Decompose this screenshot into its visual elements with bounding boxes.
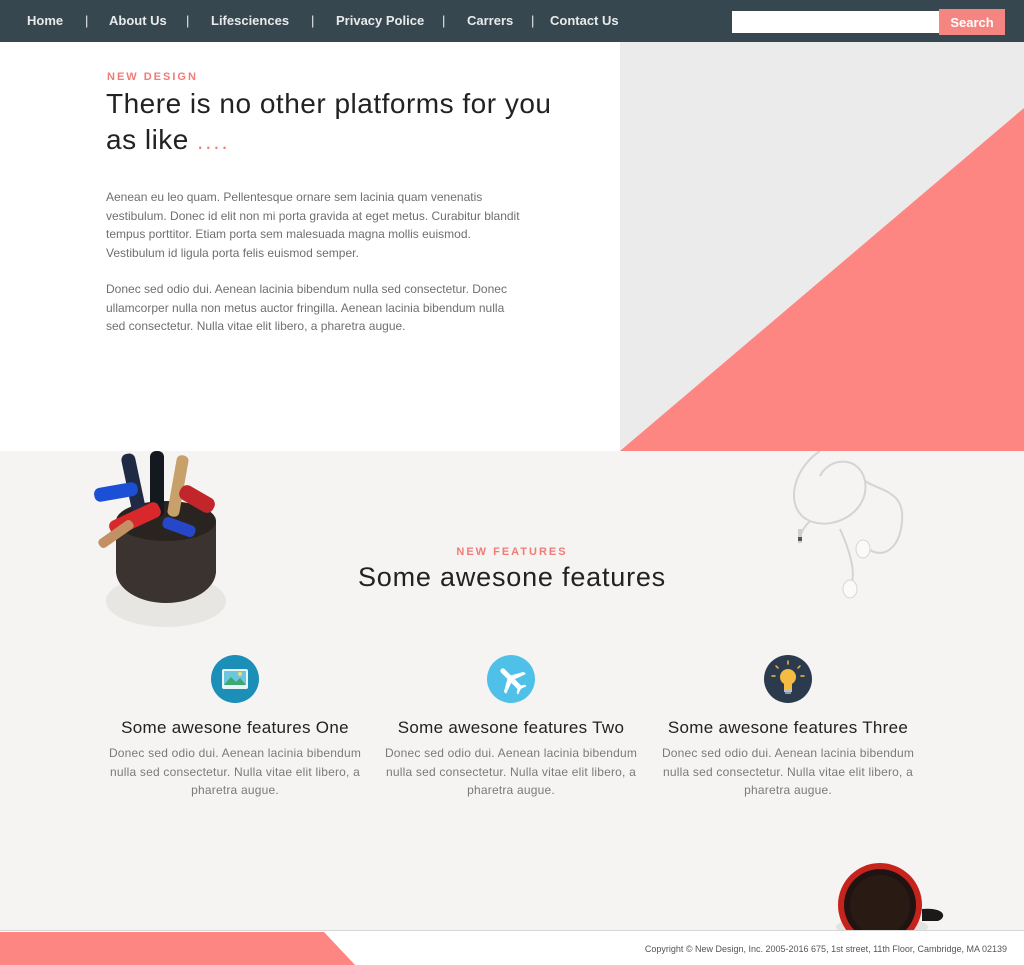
nav-separator: |: [442, 13, 446, 28]
top-navigation: Home | About Us | Lifesciences | Privacy…: [0, 0, 1024, 42]
airplane-icon: [487, 655, 535, 703]
features-title: Some awesone features: [358, 562, 666, 592]
features-section: NEW FEATURES Some awesone features Some …: [0, 451, 1024, 931]
nav-separator: |: [311, 13, 315, 28]
feature-card-two: Some awesone features Two Donec sed odio…: [381, 655, 641, 800]
nav-carrers[interactable]: Carrers: [467, 13, 513, 28]
feature-title: Some awesone features Two: [397, 718, 625, 737]
feature-description: Donec sed odio dui. Aenean lacinia biben…: [384, 746, 638, 797]
nav-about-us[interactable]: About Us: [109, 13, 167, 28]
footer-coral-shape: [0, 932, 356, 965]
nav-separator: |: [85, 13, 89, 28]
feature-description: Donec sed odio dui. Aenean lacinia biben…: [108, 746, 362, 797]
nav-separator: |: [186, 13, 190, 28]
hero-paragraph-1: Aenean eu leo quam. Pellentesque ornare …: [106, 190, 520, 260]
feature-card-one: Some awesone features One Donec sed odio…: [105, 655, 365, 800]
copyright-text: Copyright © New Design, Inc. 2005-2016 6…: [644, 944, 1007, 954]
nav-separator: |: [531, 13, 535, 28]
hero-eyebrow: NEW DESIGN: [107, 71, 198, 83]
hero-title: There is no other platforms for you as l…: [106, 86, 566, 160]
hero-decoration: [620, 42, 1024, 451]
hero-title-dots: ....: [197, 129, 230, 154]
nav-home[interactable]: Home: [27, 13, 63, 28]
features-eyebrow: NEW FEATURES: [456, 546, 568, 558]
picture-icon: [211, 655, 259, 703]
search-input[interactable]: [732, 11, 939, 33]
coral-triangle-graphic: [620, 108, 1024, 451]
nav-contact-us[interactable]: Contact Us: [550, 13, 619, 28]
feature-card-three: Some awesone features Three Donec sed od…: [658, 655, 918, 800]
lightbulb-icon: [764, 655, 812, 703]
nav-lifesciences[interactable]: Lifesciences: [211, 13, 289, 28]
coffee-cup-image: [836, 863, 944, 931]
hero-title-text: There is no other platforms for you as l…: [106, 88, 552, 155]
search-button[interactable]: Search: [939, 9, 1005, 35]
nav-privacy-police[interactable]: Privacy Police: [336, 13, 424, 28]
hero-paragraph-2: Donec sed odio dui. Aenean lacinia biben…: [106, 282, 507, 333]
feature-title: Some awesone features Three: [667, 718, 909, 737]
feature-title: Some awesone features One: [121, 718, 349, 737]
footer: Copyright © New Design, Inc. 2005-2016 6…: [0, 930, 1024, 965]
feature-description: Donec sed odio dui. Aenean lacinia biben…: [661, 746, 915, 797]
